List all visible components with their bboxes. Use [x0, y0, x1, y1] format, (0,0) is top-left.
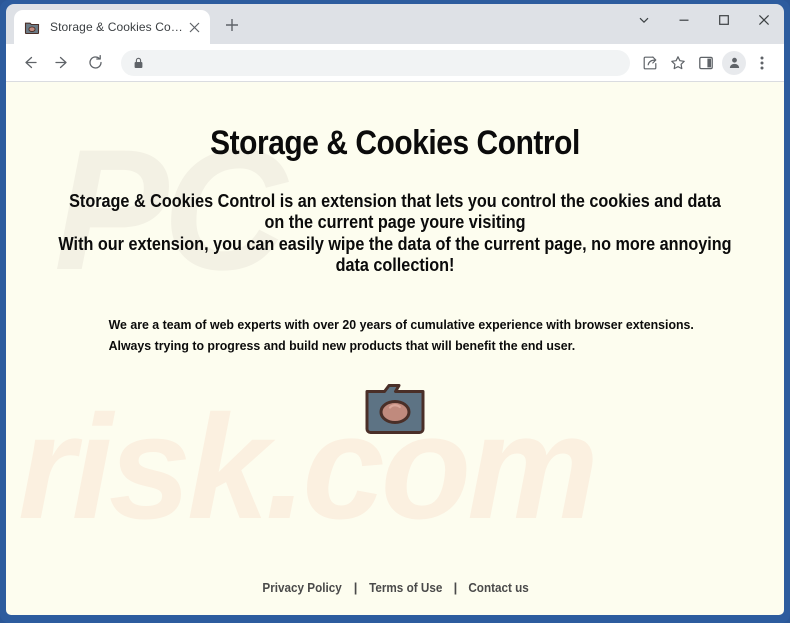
folder-cloud-icon	[24, 19, 40, 35]
hero-icon-wrapper	[6, 355, 784, 440]
close-window-icon[interactable]	[744, 4, 784, 36]
new-tab-button[interactable]	[218, 13, 246, 41]
address-bar[interactable]	[121, 49, 630, 76]
contact-us-link[interactable]: Contact us	[468, 580, 528, 595]
team-paragraph-1: We are a team of web experts with over 2…	[108, 316, 694, 332]
minimize-icon[interactable]	[664, 4, 704, 36]
maximize-icon[interactable]	[704, 4, 744, 36]
tab-strip: Storage & Cookies Control	[6, 4, 784, 44]
page-viewport: PC risk.com Storage & Cookies Control St…	[6, 82, 784, 615]
three-dot-menu-icon[interactable]	[748, 49, 776, 77]
footer-separator-2: |	[453, 580, 458, 595]
share-icon[interactable]	[636, 49, 664, 77]
privacy-policy-link[interactable]: Privacy Policy	[262, 580, 341, 595]
page-title: Storage & Cookies Control	[210, 124, 580, 162]
intro-paragraph-1: Storage & Cookies Control is an extensio…	[69, 191, 721, 232]
folder-cloud-icon	[364, 381, 426, 440]
reload-icon[interactable]	[80, 48, 110, 78]
page-content: Storage & Cookies Control Storage & Cook…	[6, 82, 784, 440]
browser-tab[interactable]: Storage & Cookies Control	[14, 10, 210, 44]
profile-avatar-icon[interactable]	[720, 49, 748, 77]
avatar	[722, 50, 746, 75]
back-arrow-icon[interactable]	[14, 48, 44, 78]
team-paragraph-2: Always trying to progress and build new …	[108, 337, 576, 353]
close-icon[interactable]	[184, 17, 204, 37]
forward-arrow-icon[interactable]	[47, 48, 77, 78]
page-footer: Privacy Policy | Terms of Use | Contact …	[6, 579, 784, 597]
browser-toolbar	[6, 44, 784, 82]
plus-icon	[225, 18, 239, 37]
lock-icon	[131, 56, 145, 70]
terms-of-use-link[interactable]: Terms of Use	[369, 580, 442, 595]
chevron-down-icon[interactable]	[624, 4, 664, 36]
intro-paragraph-2: With our extension, you can easily wipe …	[58, 234, 732, 276]
browser-window: Storage & Cookies Control PC risk.com St…	[0, 0, 790, 623]
side-panel-icon[interactable]	[692, 49, 720, 77]
window-controls	[624, 4, 784, 36]
footer-separator-1: |	[353, 580, 358, 595]
tab-title: Storage & Cookies Control	[50, 20, 184, 34]
star-icon[interactable]	[664, 49, 692, 77]
